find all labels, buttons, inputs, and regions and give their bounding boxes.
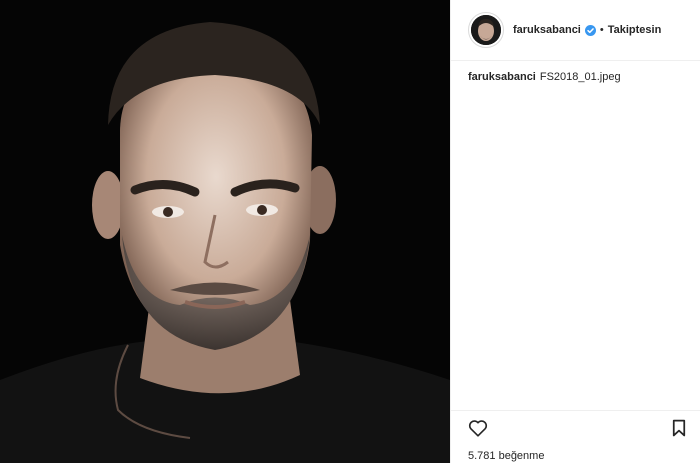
portrait-image (0, 0, 450, 463)
avatar-image (471, 15, 501, 45)
verified-badge-icon (584, 24, 596, 36)
caption-text: FS2018_01.jpeg (539, 71, 621, 83)
separator-dot: • (599, 24, 604, 36)
post-header: faruksabanci • Takiptesin (451, 0, 700, 61)
likes-count[interactable]: 5.781 beğenme (468, 450, 686, 462)
post-photo[interactable] (0, 0, 450, 463)
instagram-post: faruksabanci • Takiptesin faruksabanci FS… (0, 0, 700, 463)
caption-username[interactable]: faruksabanci (468, 71, 536, 83)
post-caption: faruksabanci FS2018_01.jpeg (451, 61, 700, 93)
avatar[interactable] (468, 12, 504, 48)
username-link[interactable]: faruksabanci (513, 24, 581, 36)
heart-icon[interactable] (468, 419, 488, 442)
following-button[interactable]: Takiptesin (608, 24, 662, 36)
bookmark-icon[interactable] (672, 419, 686, 442)
post-side-panel: faruksabanci • Takiptesin faruksabanci FS… (450, 0, 700, 463)
post-actions: 5.781 beğenme (451, 410, 700, 462)
